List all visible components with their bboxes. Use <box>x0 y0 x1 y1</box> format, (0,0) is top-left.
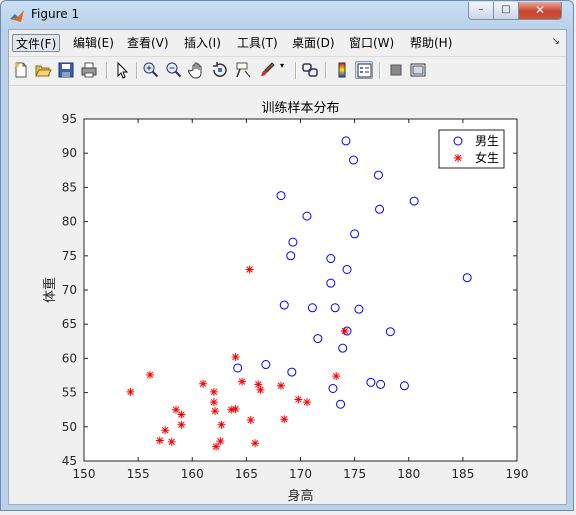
female-data-point[interactable] <box>126 387 135 396</box>
female-data-point[interactable] <box>146 370 155 379</box>
x-tick-label: 180 <box>397 467 420 481</box>
female-data-point[interactable] <box>251 439 260 448</box>
scatter-plot[interactable]: 150 155 160 165 170 175 180 185 190 45 50 55 60 65 70 7… <box>2 2 576 515</box>
figure-client-area: 文件(F) 编辑(E) 查看(V) 插入(I) 工具(T) 桌面(D) 窗口(W… <box>8 29 567 505</box>
female-data-point[interactable] <box>246 415 255 424</box>
female-data-point[interactable] <box>209 387 218 396</box>
y-tick-label: 50 <box>62 420 77 434</box>
female-data-point[interactable] <box>340 327 349 336</box>
y-tick-label: 55 <box>62 386 77 400</box>
female-data-point[interactable] <box>199 379 208 388</box>
x-tick-label: 170 <box>289 467 312 481</box>
female-data-point[interactable] <box>245 265 254 274</box>
x-tick-label: 155 <box>127 467 150 481</box>
y-tick-label: 70 <box>62 283 77 297</box>
female-data-point[interactable] <box>294 395 303 404</box>
y-axis-label: 体重 <box>42 277 58 303</box>
female-data-point[interactable] <box>231 353 240 362</box>
y-tick-label: 95 <box>62 112 77 126</box>
female-data-point[interactable] <box>256 385 265 394</box>
y-tick-label: 80 <box>62 215 77 229</box>
x-tick-label: 185 <box>451 467 474 481</box>
female-data-point[interactable] <box>238 377 247 386</box>
legend-entry-label: 男生 <box>475 134 499 148</box>
y-tick-label: 90 <box>62 146 77 160</box>
figure-canvas: 150 155 160 165 170 175 180 185 190 45 50 55 60 65 70 7… <box>9 87 566 504</box>
legend-marker[interactable] <box>454 154 462 162</box>
female-data-point[interactable] <box>177 420 186 429</box>
female-data-point[interactable] <box>231 405 240 414</box>
female-data-point[interactable] <box>277 381 286 390</box>
x-tick-label: 175 <box>343 467 366 481</box>
female-data-point[interactable] <box>210 407 219 416</box>
x-axis-label: 身高 <box>287 488 313 504</box>
y-tick-label: 60 <box>62 351 77 365</box>
female-data-point[interactable] <box>212 442 221 451</box>
female-data-point[interactable] <box>332 372 341 381</box>
female-data-point[interactable] <box>302 398 311 407</box>
female-data-point[interactable] <box>209 398 218 407</box>
female-data-point[interactable] <box>167 437 176 446</box>
y-tick-label: 45 <box>62 454 77 468</box>
y-tick-label: 85 <box>62 180 77 194</box>
y-tick-label: 65 <box>62 317 77 331</box>
chart-title: 训练样本分布 <box>261 101 339 116</box>
x-tick-label: 160 <box>181 467 204 481</box>
x-tick-label: 150 <box>73 467 96 481</box>
female-data-point[interactable] <box>155 436 164 445</box>
figure-window: Figure 1 – □ ✕ 文件(F) 编辑(E) 查看(V) 插入(I) 工… <box>0 0 574 511</box>
female-data-point[interactable] <box>217 420 226 429</box>
female-data-point[interactable] <box>161 426 170 435</box>
female-data-point[interactable] <box>216 437 225 446</box>
x-tick-label: 190 <box>506 467 529 481</box>
legend-entry-label: 女生 <box>475 150 499 165</box>
axes-box[interactable] <box>83 118 518 462</box>
y-tick-label: 75 <box>62 249 77 263</box>
female-data-point[interactable] <box>177 410 186 419</box>
female-data-point[interactable] <box>280 415 289 424</box>
x-tick-label: 165 <box>235 467 258 481</box>
